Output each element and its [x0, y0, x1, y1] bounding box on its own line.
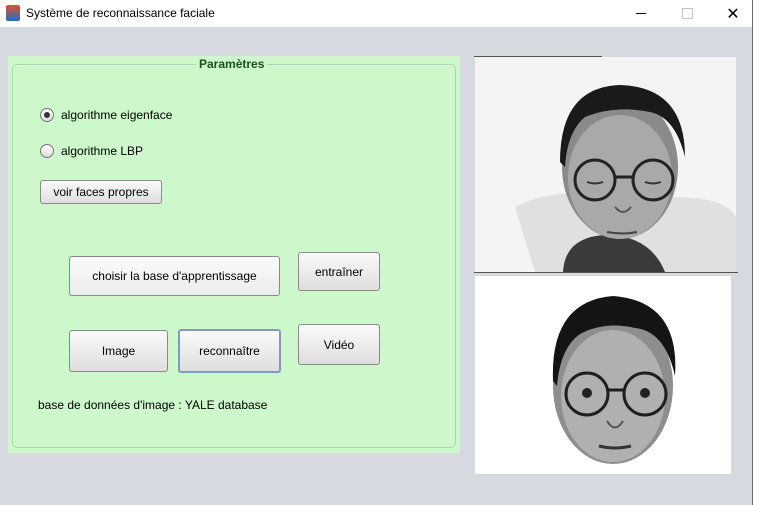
- maximize-button[interactable]: [664, 0, 710, 27]
- java-app-icon: [6, 5, 20, 21]
- database-info: base de données d'image : YALE database: [38, 398, 268, 412]
- recognize-button[interactable]: reconnaître: [178, 329, 281, 373]
- radio-lbp[interactable]: algorithme LBP: [40, 144, 143, 158]
- parameters-title: Paramètres: [196, 57, 268, 71]
- image-separator: [474, 272, 738, 273]
- parameters-panel: Paramètres algorithme eigenface algorith…: [8, 56, 460, 453]
- video-button[interactable]: Vidéo: [298, 324, 380, 365]
- minimize-icon: [636, 13, 646, 14]
- radio-button-selected[interactable]: [40, 108, 54, 122]
- choose-training-base-button[interactable]: choisir la base d'apprentissage: [69, 256, 280, 296]
- query-face-image: [475, 57, 736, 272]
- title-bar[interactable]: Système de reconnaissance faciale ✕: [0, 0, 752, 27]
- app-window: Système de reconnaissance faciale ✕ Para…: [0, 0, 759, 505]
- train-button[interactable]: entraîner: [298, 252, 380, 291]
- radio-button-unselected[interactable]: [40, 144, 54, 158]
- radio-eigenface-label: algorithme eigenface: [61, 108, 173, 122]
- close-icon: ✕: [726, 5, 740, 23]
- minimize-button[interactable]: [618, 0, 664, 27]
- close-button[interactable]: ✕: [710, 0, 756, 27]
- radio-lbp-label: algorithme LBP: [61, 144, 144, 158]
- window-edge: [753, 27, 759, 505]
- view-eigenfaces-button[interactable]: voir faces propres: [40, 180, 162, 204]
- window-title: Système de reconnaissance faciale: [26, 6, 215, 20]
- image-button[interactable]: Image: [69, 330, 168, 372]
- maximize-icon: [681, 8, 693, 19]
- radio-eigenface[interactable]: algorithme eigenface: [40, 108, 172, 122]
- matched-face-image: [475, 276, 731, 474]
